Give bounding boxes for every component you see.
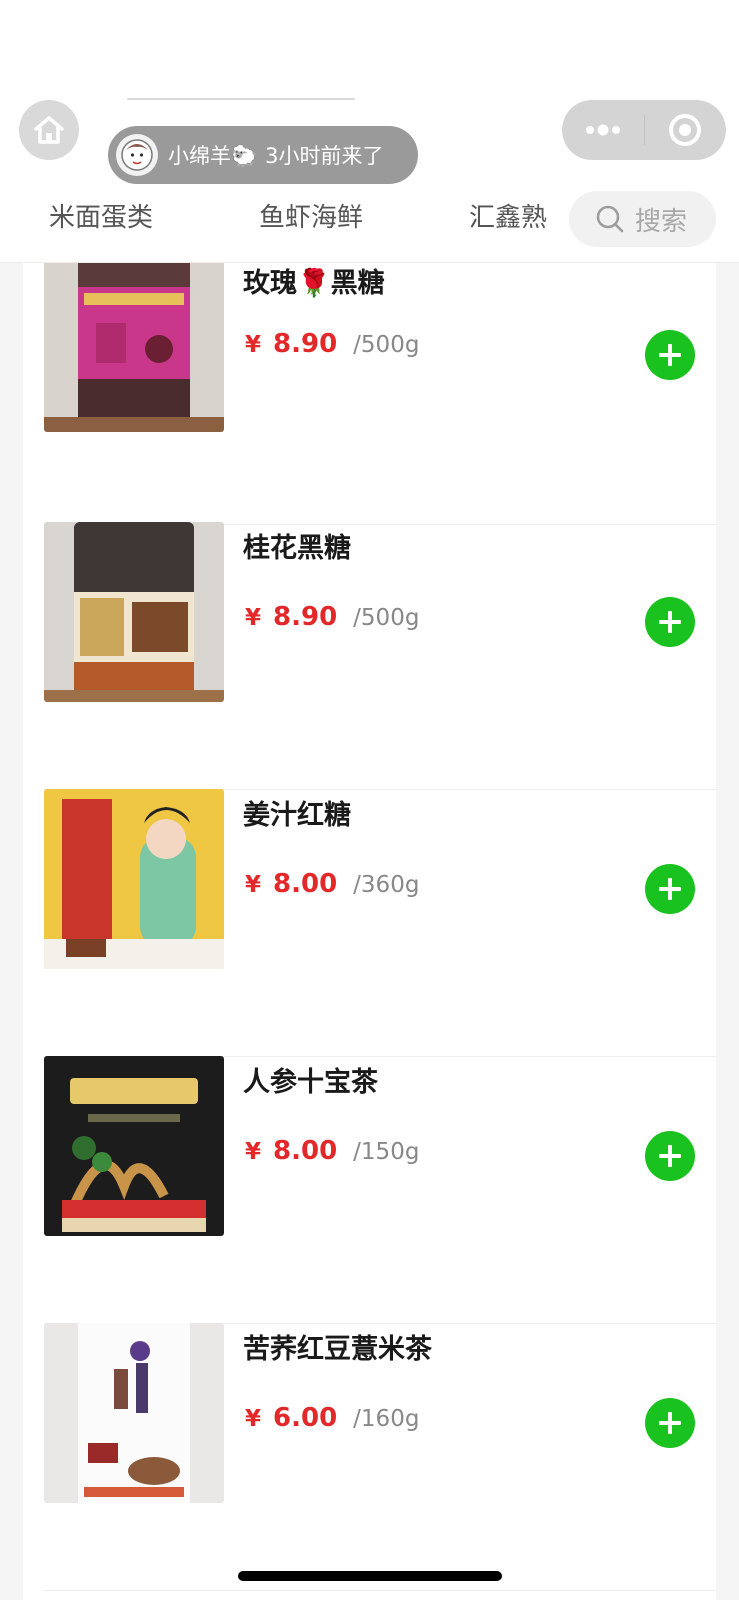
product-image[interactable] [44,262,224,432]
product-list: 玫瑰🌹黑糖 ¥ 8.90 /500g 桂花黑糖 ¥ 8.90 /500g 姜汁红… [23,262,716,1600]
product-name[interactable]: 桂花黑糖 [243,526,351,565]
product-unit: /150g [353,1139,420,1165]
list-item[interactable]: 姜汁红糖 ¥ 8.00 /360g [23,789,716,1057]
product-photo-ginseng-tea [44,1056,224,1236]
product-unit: /500g [353,332,420,358]
plus-icon [659,344,681,366]
list-item[interactable]: 人参十宝茶 ¥ 8.00 /150g [23,1056,716,1324]
home-button[interactable] [19,100,79,160]
search-icon [596,205,624,233]
product-image[interactable] [44,1323,224,1503]
home-icon [34,116,64,144]
currency-symbol: ¥ [245,872,262,898]
recent-visitor-banner: 小绵羊🐑 3小时前来了 [108,126,418,184]
divider [44,1590,716,1591]
product-image[interactable] [44,522,224,702]
add-to-cart-button[interactable] [645,330,695,380]
product-price: 8.00 [273,1136,338,1166]
product-price: 8.00 [273,869,338,899]
product-photo-buckwheat-bean-tea [44,1323,224,1503]
avatar [116,134,158,176]
list-item[interactable]: 苦荞红豆薏米茶 ¥ 6.00 /160g [23,1323,716,1591]
product-unit: /500g [353,605,420,631]
product-photo-ginger-brown-sugar [44,789,224,969]
tab-cooked-food[interactable]: 汇鑫熟 [469,195,547,241]
avatar-face-icon [121,139,153,171]
price-row: ¥ 8.00 /360g [245,869,419,899]
list-item[interactable]: 桂花黑糖 ¥ 8.90 /500g [23,522,716,790]
add-to-cart-button[interactable] [645,1131,695,1181]
product-price: 8.90 [273,602,338,632]
target-close-icon [669,114,702,146]
plus-icon [659,1145,681,1167]
currency-symbol: ¥ [245,605,262,631]
currency-symbol: ¥ [245,1139,262,1165]
product-image[interactable] [44,789,224,969]
tab-rice-noodle-egg[interactable]: 米面蛋类 [49,195,153,241]
close-miniprogram-button[interactable] [645,100,727,160]
product-unit: /360g [353,872,420,898]
currency-symbol: ¥ [245,1406,262,1432]
visitor-name: 小绵羊🐑 [168,144,258,168]
product-price: 6.00 [273,1403,338,1433]
add-to-cart-button[interactable] [645,597,695,647]
price-row: ¥ 8.90 /500g [245,602,419,632]
add-to-cart-button[interactable] [645,1398,695,1448]
top-navigation-bar: 小绵羊🐑 3小时前来了 米面蛋类 鱼虾海鲜 汇鑫熟 搜索 [0,0,739,263]
search-button[interactable]: 搜索 [569,191,716,247]
price-row: ¥ 8.90 /500g [245,329,419,359]
currency-symbol: ¥ [245,332,262,358]
product-name[interactable]: 苦荞红豆薏米茶 [243,1327,432,1366]
category-tabs: 米面蛋类 鱼虾海鲜 汇鑫熟 [0,195,560,241]
price-row: ¥ 8.00 /150g [245,1136,419,1166]
plus-icon [659,611,681,633]
product-name[interactable]: 姜汁红糖 [243,793,351,832]
plus-icon [659,1412,681,1434]
product-unit: /160g [353,1406,420,1432]
visitor-time: 3小时前来了 [265,144,384,168]
list-item[interactable]: 玫瑰🌹黑糖 ¥ 8.90 /500g [23,262,716,525]
product-photo-osmanthus-brown-sugar [44,522,224,702]
add-to-cart-button[interactable] [645,864,695,914]
product-photo-rose-brown-sugar [44,262,224,432]
product-price: 8.90 [273,329,338,359]
product-name[interactable]: 人参十宝茶 [243,1060,378,1099]
plus-icon [659,878,681,900]
miniprogram-capsule [562,100,726,160]
pull-indicator [127,98,355,100]
more-dots-icon [585,124,620,136]
home-indicator[interactable] [238,1571,502,1581]
tab-seafood[interactable]: 鱼虾海鲜 [259,195,363,241]
more-button[interactable] [562,100,644,160]
price-row: ¥ 6.00 /160g [245,1403,419,1433]
search-label: 搜索 [635,206,688,237]
product-name[interactable]: 玫瑰🌹黑糖 [243,262,385,300]
product-image[interactable] [44,1056,224,1236]
